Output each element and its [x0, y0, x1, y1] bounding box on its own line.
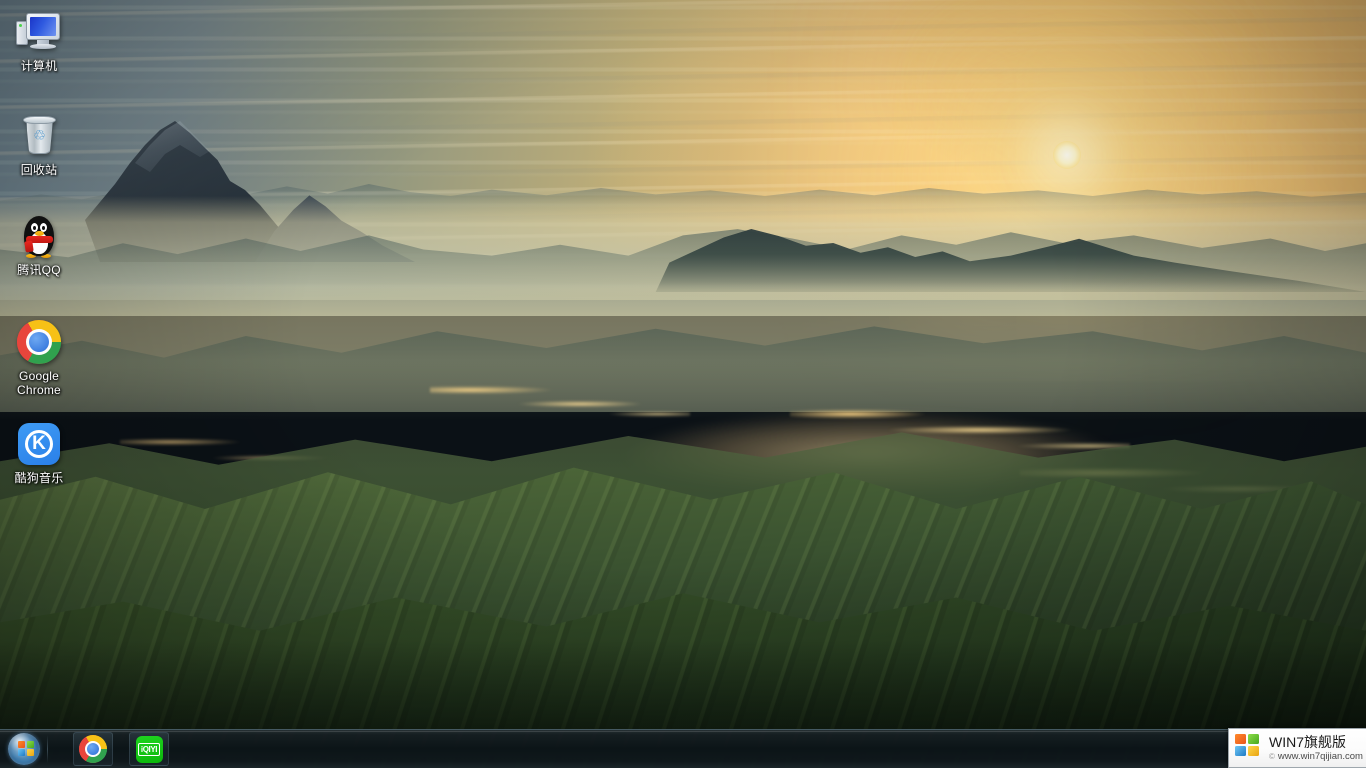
- windows-flag-icon: [1235, 734, 1265, 762]
- desktop-icon-label: 腾讯QQ: [17, 263, 61, 277]
- windows-start-orb-icon: [8, 733, 40, 765]
- taskbar-item-chrome[interactable]: [73, 732, 113, 766]
- desktop-icon-google-chrome[interactable]: Google Chrome: [4, 318, 74, 397]
- chrome-icon: [79, 735, 107, 763]
- chrome-icon: [15, 318, 63, 366]
- kugou-icon: K: [15, 420, 63, 468]
- desktop-icon-label: 酷狗音乐: [14, 471, 64, 485]
- desktop-icon-kugou-music[interactable]: K 酷狗音乐: [4, 420, 74, 485]
- desktop-icon-label: 计算机: [20, 59, 58, 73]
- desktop-icon-computer[interactable]: 计算机: [4, 8, 74, 73]
- watermark-text: WIN7旗舰版 © www.win7qijian.com: [1269, 734, 1363, 762]
- watermark-title: WIN7旗舰版: [1269, 734, 1346, 750]
- desktop-icon-tencent-qq[interactable]: 腾讯QQ: [4, 212, 74, 277]
- desktop-icon-label: 回收站: [20, 163, 58, 177]
- iqiyi-label: iQIYI: [137, 742, 161, 756]
- monitor-icon: [15, 8, 63, 56]
- desktop-icon-recycle-bin[interactable]: ♲ 回收站: [4, 112, 74, 177]
- taskbar-item-iqiyi[interactable]: iQIYI: [129, 732, 169, 766]
- watermark-url[interactable]: www.win7qijian.com: [1278, 751, 1363, 762]
- qq-penguin-icon: [15, 212, 63, 260]
- copyright-icon: ©: [1269, 751, 1275, 761]
- iqiyi-icon: iQIYI: [135, 735, 163, 763]
- recycle-bin-icon: ♲: [15, 112, 63, 160]
- desktop-icon-label: Google Chrome: [17, 369, 61, 397]
- desktop[interactable]: 计算机 ♲ 回收站 腾讯QQ Google Chrome K 酷狗音乐: [0, 0, 1366, 768]
- win7-watermark-popup[interactable]: WIN7旗舰版 © www.win7qijian.com: [1228, 728, 1366, 768]
- taskbar[interactable]: iQIYI ?: [0, 729, 1366, 768]
- taskbar-separator: [47, 735, 48, 763]
- wallpaper-vignette: [0, 0, 1366, 768]
- start-button[interactable]: [5, 733, 43, 766]
